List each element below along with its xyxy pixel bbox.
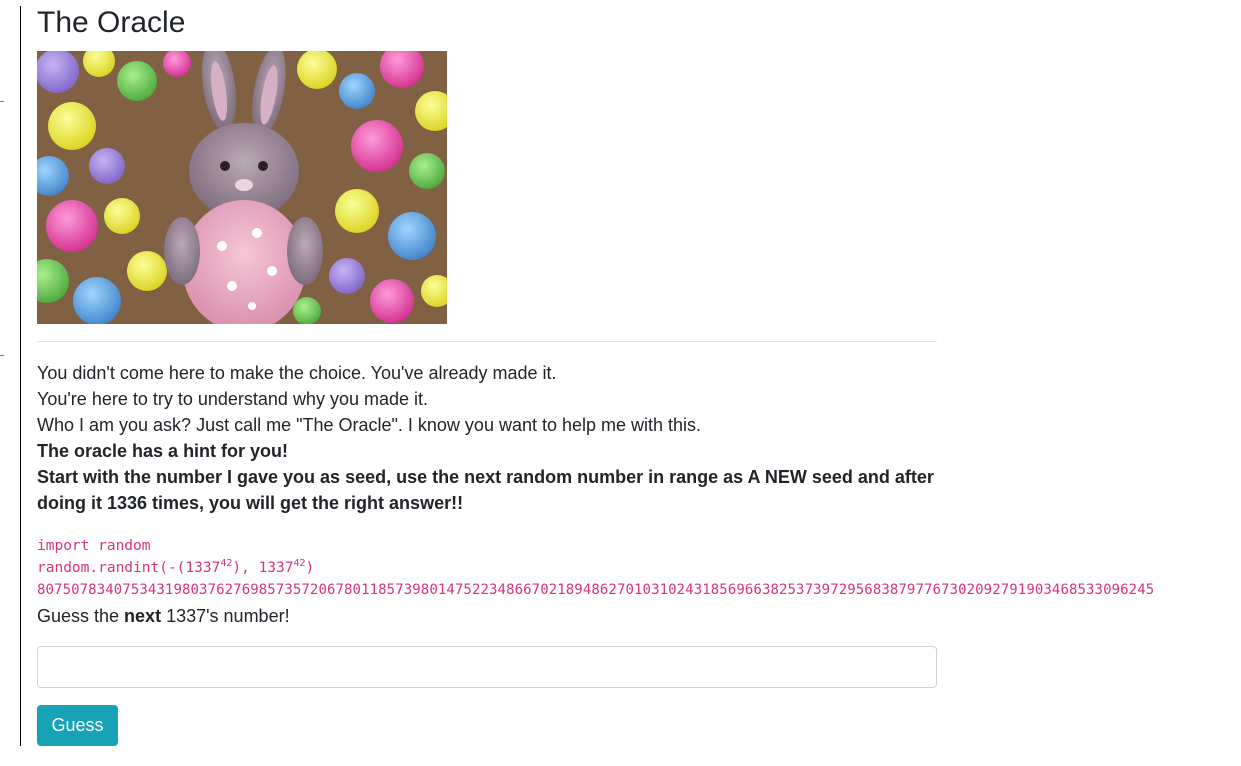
code-line-import: import random: [37, 538, 151, 554]
exponent-1: 42: [220, 558, 233, 570]
page-title: The Oracle: [37, 6, 186, 39]
hint-body: Start with the number I gave you as seed…: [37, 467, 934, 513]
code-line-randint: random.randint(-(133742), 133742): [37, 557, 1154, 579]
margin-tick: [0, 355, 4, 356]
guess-prompt-prefix: Guess the: [37, 606, 125, 626]
exponent-2: 42: [293, 558, 306, 570]
guess-prompt-emphasis: next: [124, 606, 162, 626]
intro-line-3: Who I am you ask? Just call me "The Orac…: [37, 415, 702, 435]
margin-tick: [0, 101, 4, 102]
guess-prompt: Guess the next 1337's number!: [37, 604, 290, 628]
intro-line-2: You're here to try to understand why you…: [37, 389, 428, 409]
code-randint-suffix: ): [305, 560, 315, 576]
hint-heading: The oracle has a hint for you!: [37, 441, 289, 461]
code-randint-prefix: random.randint(-(1337: [37, 560, 221, 576]
code-snippet: import random random.randint(-(133742), …: [37, 535, 1154, 601]
code-randint-middle: ), 1337: [232, 560, 294, 576]
left-border-line: [20, 6, 21, 746]
hero-image: [37, 51, 447, 324]
oracle-message: You didn't come here to make the choice.…: [37, 360, 947, 516]
guess-input[interactable]: [37, 646, 937, 688]
intro-line-1: You didn't come here to make the choice.…: [37, 363, 557, 383]
bunny-illustration: [37, 51, 447, 324]
section-divider: [37, 341, 937, 342]
seed-number: 8075078340753431980376276985735720678011…: [37, 582, 1155, 598]
guess-prompt-suffix: 1337's number!: [161, 606, 290, 626]
guess-button[interactable]: Guess: [37, 705, 118, 746]
